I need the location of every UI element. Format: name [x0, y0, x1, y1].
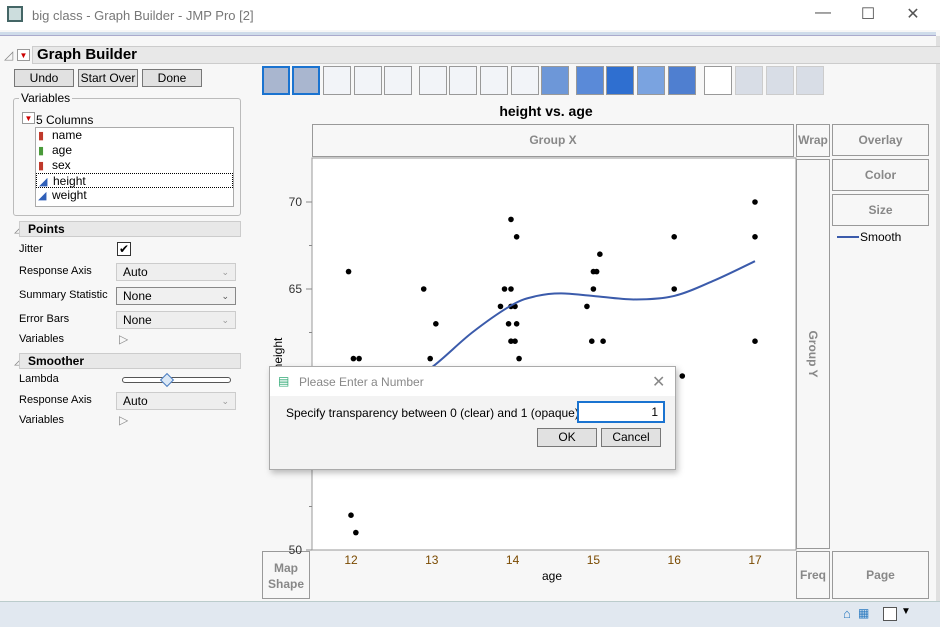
cancel-button[interactable]: Cancel: [601, 428, 661, 447]
plot-area[interactable]: [311, 157, 797, 551]
x-axis-label[interactable]: age: [542, 569, 562, 583]
data-point: [600, 338, 606, 345]
data-point: [420, 286, 427, 292]
window-list-icon[interactable]: [883, 607, 897, 621]
data-point: [497, 303, 504, 310]
x-tick-label: 17: [748, 553, 762, 567]
data-point: [752, 338, 758, 345]
number-dialog: ▤ Please Enter a Number ✕ Specify transp…: [269, 366, 676, 470]
scatter-chart: height vs. age 5055606570121314151617 ag…: [271, 103, 797, 583]
data-point: [679, 373, 686, 379]
home-icon[interactable]: ⌂: [843, 606, 851, 621]
dialog-close-icon[interactable]: ✕: [652, 372, 665, 392]
data-point: [345, 268, 352, 275]
x-tick-label: 15: [587, 553, 601, 567]
data-point: [671, 286, 677, 292]
data-point: [512, 338, 518, 345]
x-tick-label: 16: [668, 553, 682, 567]
y-tick-label: 65: [289, 282, 303, 296]
ok-button[interactable]: OK: [537, 428, 597, 447]
chart-title: height vs. age: [499, 103, 593, 119]
data-point: [505, 321, 512, 327]
data-point: [513, 321, 520, 327]
data-point: [508, 216, 514, 223]
x-tick-label: 14: [506, 553, 520, 567]
data-point: [593, 268, 600, 275]
data-point: [516, 355, 522, 362]
x-tick-label: 13: [425, 553, 439, 567]
data-point: [350, 355, 357, 362]
status-bar: ⌂ ▦ ▼: [0, 601, 940, 627]
dialog-title-bar: ▤ Please Enter a Number ✕: [270, 367, 675, 396]
data-point: [356, 355, 362, 362]
data-point: [508, 286, 514, 292]
transparency-input[interactable]: 1: [577, 401, 665, 423]
dialog-title: Please Enter a Number: [299, 375, 424, 389]
dialog-app-icon: ▤: [278, 374, 290, 388]
y-tick-label: 50: [289, 543, 303, 557]
data-point: [433, 321, 439, 327]
data-point: [584, 303, 590, 310]
dialog-prompt: Specify transparency between 0 (clear) a…: [286, 406, 579, 420]
y-tick-label: 70: [289, 195, 303, 209]
data-point: [501, 286, 508, 292]
data-point: [597, 251, 603, 257]
data-point: [752, 234, 758, 240]
data-point: [752, 199, 758, 205]
dropdown-arrow-icon[interactable]: ▼: [901, 606, 911, 617]
data-point: [427, 355, 433, 362]
data-point: [671, 234, 677, 240]
data-point: [588, 338, 595, 345]
data-point: [348, 512, 354, 518]
data-point: [513, 234, 520, 240]
x-tick-label: 12: [344, 553, 358, 567]
data-table-icon[interactable]: ▦: [858, 606, 869, 620]
data-point: [590, 286, 597, 292]
data-point: [353, 529, 359, 536]
